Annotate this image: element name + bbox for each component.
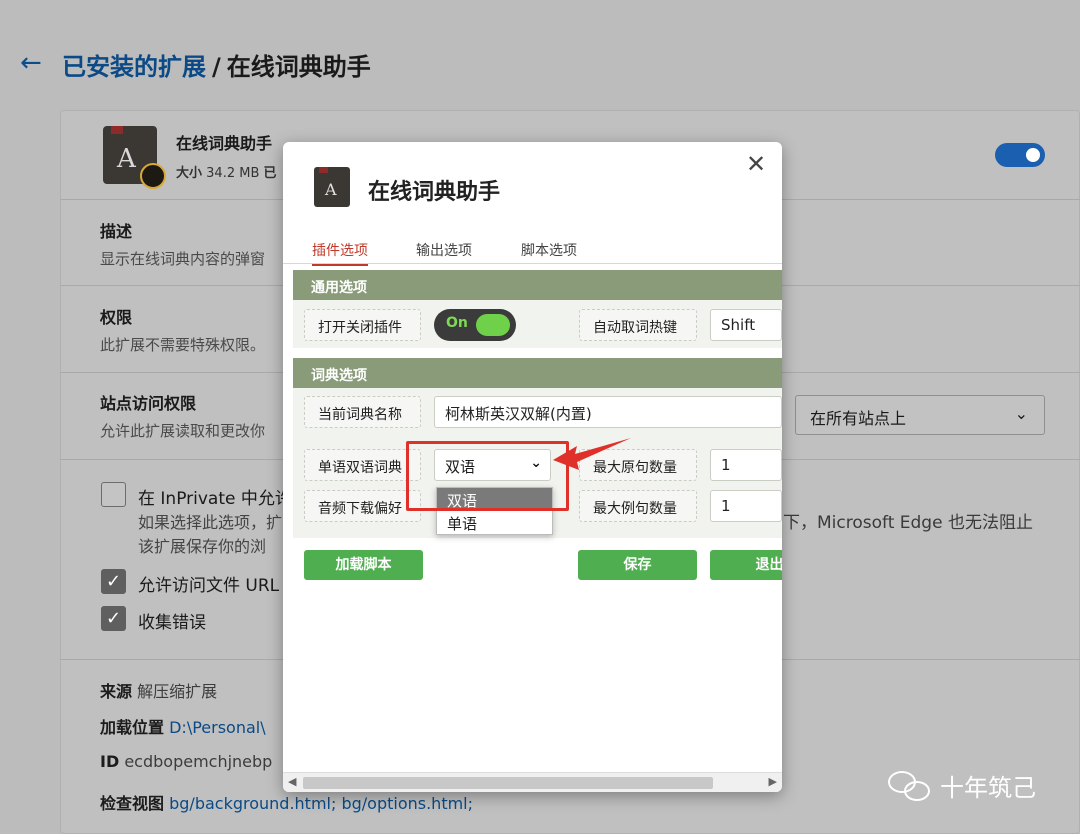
permissions-text: 此扩展不需要特殊权限。	[100, 336, 266, 354]
max-example-input[interactable]: 1	[710, 490, 782, 522]
checkmark-icon: ✓	[105, 571, 122, 592]
site-access-select[interactable]: 在所有站点上 ⌄	[795, 395, 1045, 435]
breadcrumb-installed-link[interactable]: 已安装的扩展	[62, 53, 206, 81]
close-icon[interactable]: ✕	[744, 152, 768, 176]
dropdown-option-monolingual[interactable]: 单语	[437, 511, 552, 534]
description-text: 显示在线词典内容的弹窗	[100, 250, 266, 268]
hotkey-label: 自动取词热键	[579, 309, 697, 341]
exit-button[interactable]: 退出	[710, 550, 782, 580]
permissions-title: 权限	[100, 308, 133, 327]
scrollbar-thumb[interactable]	[303, 777, 713, 789]
load-script-button[interactable]: 加载脚本	[304, 550, 423, 580]
options-tabs: 插件选项 输出选项 脚本选项	[283, 240, 782, 266]
breadcrumb: 已安装的扩展 / 在线词典助手	[62, 47, 371, 82]
source-row: 来源 解压缩扩展	[100, 682, 218, 701]
extension-size: 大小 34.2 MB 已	[176, 166, 277, 181]
chevron-down-icon: ⌄	[1014, 404, 1028, 423]
load-location-link[interactable]: D:\Personal\	[169, 718, 266, 737]
extension-enable-toggle[interactable]	[995, 143, 1045, 167]
inprivate-description-2: 该扩展保存你的浏	[138, 537, 267, 556]
id-row: ID ecdbopemchjnebp	[100, 752, 273, 771]
scroll-right-icon[interactable]: ▶	[769, 775, 777, 788]
dictionary-app-icon: A	[314, 167, 350, 207]
tab-output-options[interactable]: 输出选项	[416, 240, 472, 264]
description-title: 描述	[100, 222, 133, 241]
inprivate-checkbox[interactable]	[101, 482, 126, 507]
arrow-left-icon[interactable]: ←	[20, 48, 42, 78]
file-url-label: 允许访问文件 URL	[138, 576, 280, 596]
site-access-title: 站点访问权限	[100, 394, 197, 413]
inprivate-label: 在 InPrivate 中允许	[138, 489, 292, 509]
save-button[interactable]: 保存	[578, 550, 697, 580]
checkmark-icon: ✓	[105, 608, 122, 629]
inprivate-description-tail: 下，Microsoft Edge 也无法阻止	[783, 513, 1033, 533]
plugin-on-switch[interactable]: On	[434, 309, 516, 341]
tab-script-options[interactable]: 脚本选项	[521, 240, 577, 264]
watermark: 十年筑己	[888, 768, 1036, 803]
scroll-left-icon[interactable]: ◀	[288, 775, 296, 788]
max-original-input[interactable]: 1	[710, 449, 782, 481]
collect-errors-checkbox[interactable]: ✓	[101, 606, 126, 631]
annotation-highlight-box	[406, 441, 569, 511]
inspect-views-row: 检查视图 bg/background.html; bg/options.html…	[100, 794, 474, 813]
current-dict-label: 当前词典名称	[304, 396, 421, 428]
annotation-arrow-icon	[553, 438, 631, 470]
switch-state-text: On	[446, 315, 468, 331]
dialog-title: 在线词典助手	[368, 180, 501, 205]
inspect-views-links[interactable]: bg/background.html; bg/options.html;	[169, 794, 473, 813]
breadcrumb-separator: /	[212, 53, 221, 81]
file-url-checkbox[interactable]: ✓	[101, 569, 126, 594]
horizontal-scrollbar[interactable]: ◀ ▶	[283, 772, 782, 792]
current-dict-input[interactable]: 柯林斯英汉双解(内置)	[434, 396, 782, 428]
breadcrumb-current: 在线词典助手	[226, 53, 371, 81]
extension-name: 在线词典助手	[176, 134, 273, 153]
max-example-label: 最大例句数量	[579, 490, 697, 522]
tab-plugin-options[interactable]: 插件选项	[312, 240, 368, 266]
dict-mode-label: 单语双语词典	[304, 449, 421, 481]
dictionary-options-header: 词典选项	[293, 358, 782, 388]
options-dialog: ✕ A 在线词典助手 插件选项 输出选项 脚本选项 通用选项 打开关闭插件 On…	[283, 142, 782, 792]
wechat-icon	[888, 769, 932, 803]
load-location-row: 加载位置 D:\Personal\	[100, 718, 266, 737]
extension-badge-icon	[140, 163, 166, 189]
hotkey-input[interactable]: Shift	[710, 309, 782, 341]
inprivate-description-1: 如果选择此选项，扩	[138, 513, 283, 532]
toggle-plugin-label: 打开关闭插件	[304, 309, 421, 341]
general-options-header: 通用选项	[293, 270, 782, 300]
audio-pref-label: 音频下载偏好	[304, 490, 421, 522]
collect-errors-label: 收集错误	[138, 613, 206, 633]
site-access-text: 允许此扩展读取和更改你	[100, 422, 266, 440]
